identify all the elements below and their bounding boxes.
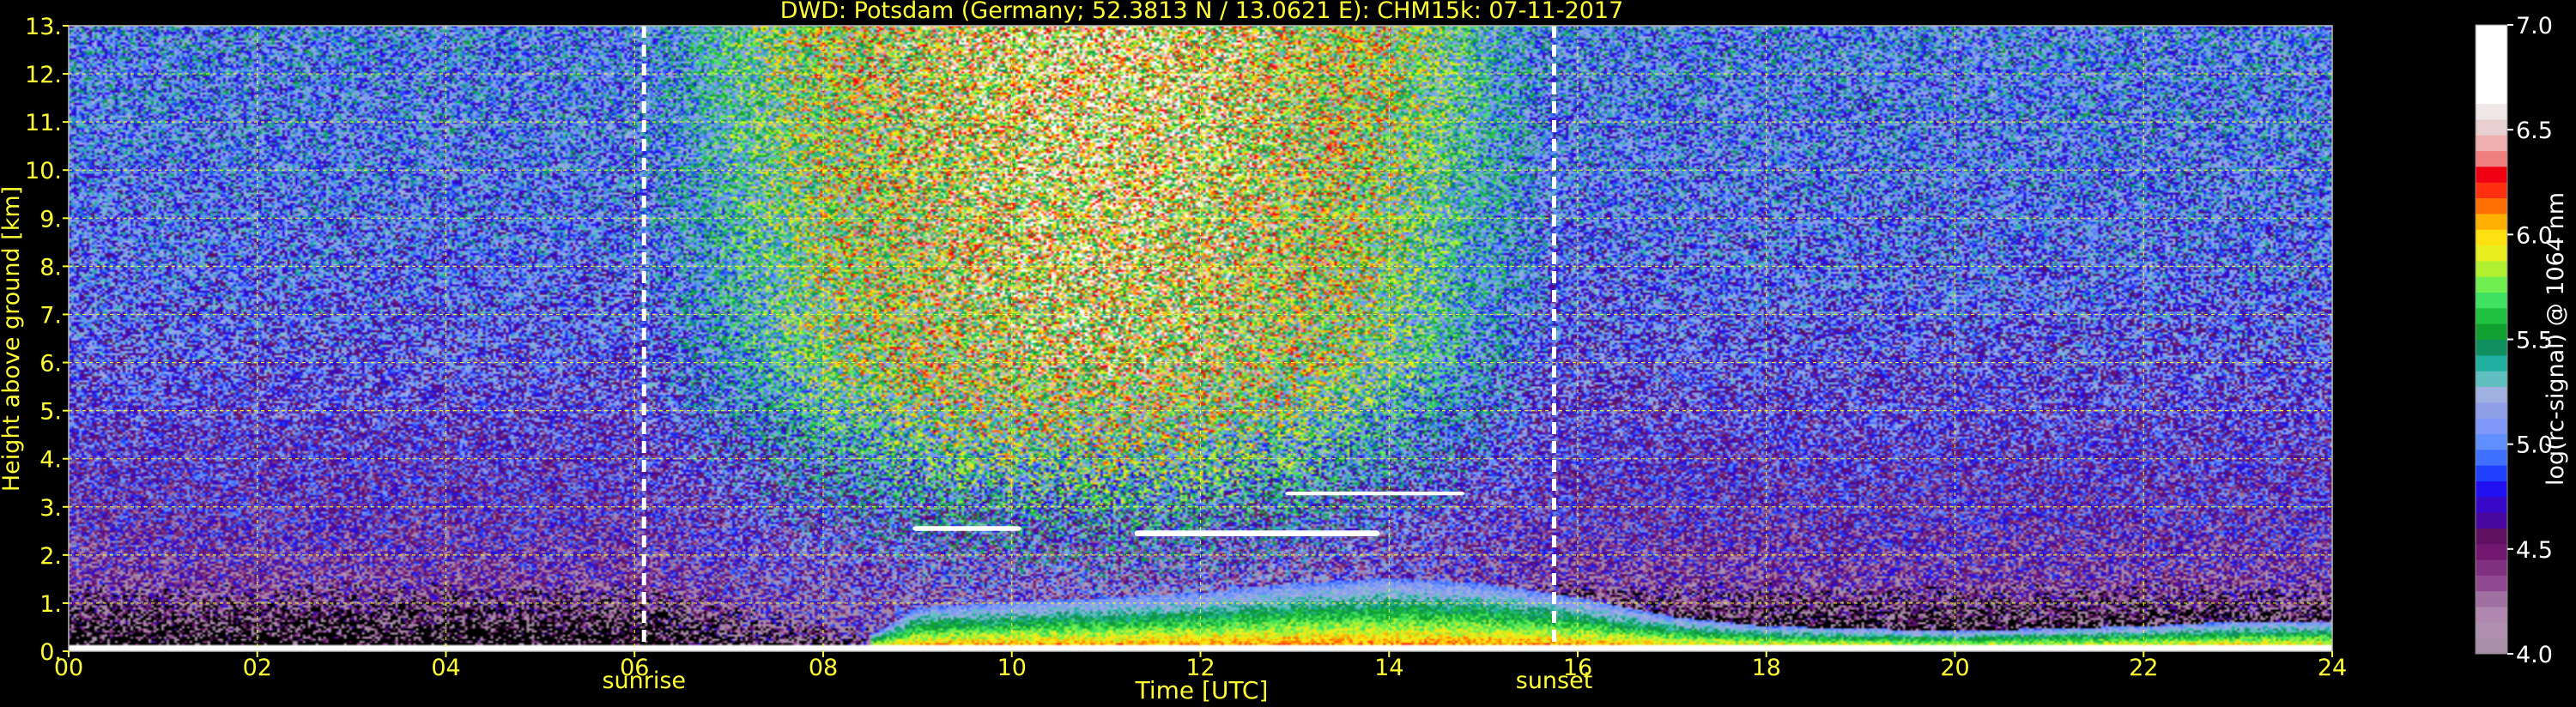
colorbar-swatch — [2476, 307, 2507, 324]
y-tick-label: 7. — [39, 302, 62, 329]
colorbar-swatch — [2476, 276, 2507, 293]
colorbar-swatch — [2476, 590, 2507, 607]
y-tick-label: 12. — [25, 62, 62, 88]
colorbar-label: log(rc-signal) @ 1064 nm — [2543, 192, 2569, 486]
colorbar-swatch — [2476, 292, 2507, 309]
colorbar-swatch — [2476, 135, 2507, 152]
colorbar-swatch — [2476, 354, 2507, 372]
colorbar-swatch — [2476, 638, 2507, 655]
x-tick-label: 16 — [1563, 655, 1592, 681]
x-tick-label: 02 — [243, 655, 272, 681]
x-tick-label: 04 — [431, 655, 460, 681]
colorbar-swatch — [2476, 118, 2507, 136]
colorbar-tick-label: 4.5 — [2516, 537, 2553, 564]
colorbar-swatch — [2476, 40, 2507, 57]
x-tick-label: 08 — [809, 655, 838, 681]
y-tick-label: 1. — [39, 591, 62, 618]
y-axis-ticks: 0. 1. 2. 3. 4. 5. 6. 7. 8. 9. 10. 11. 12. 13. — [25, 14, 69, 666]
colorbar-swatch — [2476, 197, 2507, 215]
colorbar: 4.04.55.05.56.06.57.0 log(rc-signal) @ 1… — [2475, 13, 2569, 668]
colorbar-swatch — [2476, 480, 2507, 498]
colorbar-swatch — [2476, 245, 2507, 262]
colorbar-swatch — [2476, 182, 2507, 199]
colorbar-tick-label: 4.0 — [2516, 642, 2553, 668]
ceilometer-chart: DWD: Potsdam (Germany; 52.3813 N / 13.06… — [0, 0, 2569, 704]
colorbar-swatch — [2476, 56, 2507, 73]
x-axis-label: Time [UTC] — [1135, 676, 1269, 704]
colorbar-swatch — [2476, 150, 2507, 167]
colorbar-swatch — [2476, 25, 2507, 41]
colorbar-swatch — [2476, 622, 2507, 639]
x-tick-label: 06 — [620, 655, 649, 681]
y-tick-label: 11. — [25, 110, 62, 136]
cloud-layer-2 — [1285, 491, 1465, 496]
y-tick-label: 13. — [25, 14, 62, 40]
colorbar-swatch — [2476, 371, 2507, 387]
plot-area — [68, 25, 2333, 652]
colorbar-swatch — [2476, 166, 2507, 183]
colorbar-swatch — [2476, 449, 2507, 466]
colorbar-swatch — [2476, 607, 2507, 623]
chart-title: DWD: Potsdam (Germany; 52.3813 N / 13.06… — [780, 0, 1624, 24]
y-tick-label: 5. — [39, 399, 62, 426]
colorbar-swatch — [2476, 339, 2507, 356]
colorbar-swatch — [2476, 229, 2507, 246]
y-tick-label: 10. — [25, 158, 62, 184]
colorbar-swatch — [2476, 71, 2507, 88]
x-tick-label: 18 — [1752, 655, 1781, 681]
y-tick-label: 4. — [39, 447, 62, 474]
colorbar-swatch — [2476, 260, 2507, 277]
x-tick-label: 22 — [2129, 655, 2158, 681]
colorbar-swatches — [2476, 25, 2507, 655]
y-axis-label: Height above ground [km] — [0, 186, 25, 492]
x-tick-label: 20 — [1940, 655, 1969, 681]
y-tick-label: 6. — [39, 351, 62, 378]
y-tick-label: 3. — [39, 495, 62, 522]
x-tick-label: 24 — [2318, 655, 2347, 681]
colorbar-swatch — [2476, 213, 2507, 230]
colorbar-swatch — [2476, 465, 2507, 481]
colorbar-swatch — [2476, 386, 2507, 403]
colorbar-swatch — [2476, 402, 2507, 419]
colorbar-swatch — [2476, 543, 2507, 560]
cloud-layer-1 — [1134, 530, 1380, 536]
cloud-layer-0 — [912, 526, 1021, 531]
colorbar-swatch — [2476, 528, 2507, 545]
colorbar-swatch — [2476, 433, 2507, 450]
x-tick-label: 14 — [1374, 655, 1403, 681]
colorbar-tick-label: 6.5 — [2516, 118, 2553, 144]
colorbar-swatch — [2476, 559, 2507, 576]
colorbar-swatch — [2476, 103, 2507, 120]
colorbar-swatch — [2476, 418, 2507, 434]
colorbar-swatch — [2476, 323, 2507, 340]
x-tick-label: 10 — [997, 655, 1027, 681]
colorbar-tick-label: 7.0 — [2516, 13, 2553, 39]
colorbar-swatch — [2476, 88, 2507, 105]
y-tick-label: 2. — [39, 543, 62, 570]
y-tick-label: 0. — [39, 639, 62, 666]
colorbar-swatch — [2476, 512, 2507, 529]
y-tick-label: 8. — [39, 254, 62, 281]
colorbar-swatch — [2476, 575, 2507, 592]
y-tick-label: 9. — [39, 206, 62, 233]
colorbar-swatch — [2476, 496, 2507, 513]
